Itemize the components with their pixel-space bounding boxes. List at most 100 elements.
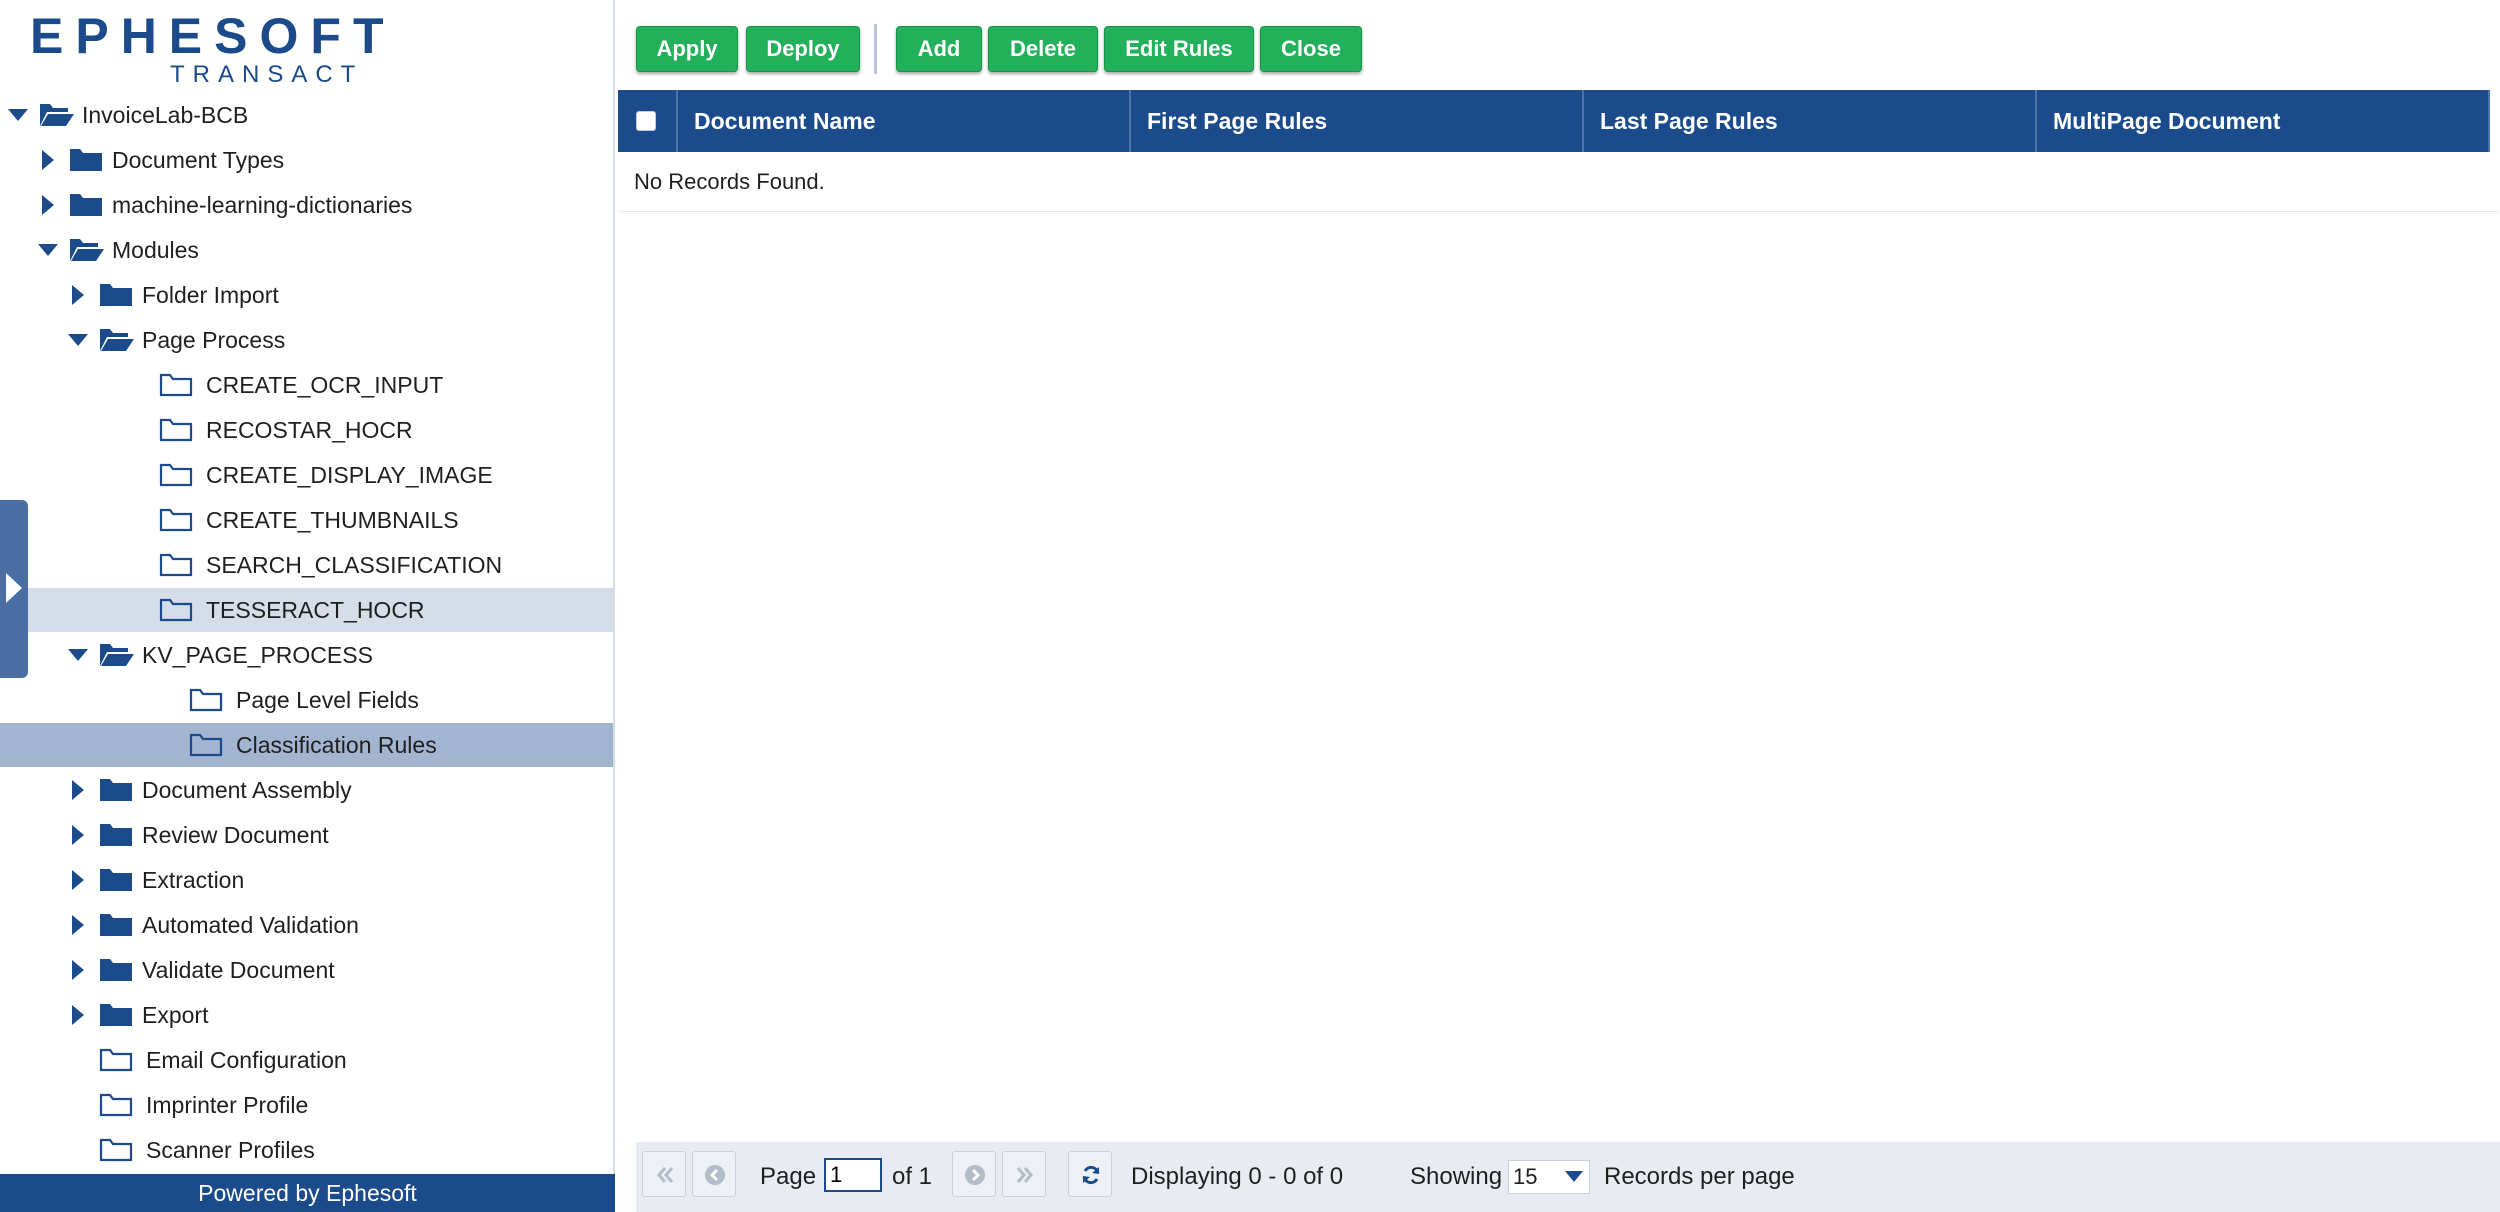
tree-node-invoicelab-bcb[interactable]: InvoiceLab-BCB [0, 93, 613, 137]
tree-node-create-display-image[interactable]: CREATE_DISPLAY_IMAGE [0, 453, 613, 497]
dropdown-arrow-icon [1565, 1171, 1583, 1182]
tree-node-page-level-fields[interactable]: Page Level Fields [0, 678, 613, 722]
delete-button[interactable]: Delete [988, 26, 1098, 72]
folder-outline-icon [159, 373, 193, 397]
showing-label: Showing [1410, 1163, 1503, 1190]
folder-outline-icon [159, 553, 193, 577]
ephesoft-logo: EPHESOFT TRANSACT [30, 6, 383, 88]
close-button[interactable]: Close [1260, 26, 1362, 72]
expanded-toggle-icon[interactable] [68, 645, 88, 665]
tree-node-machine-learning-dictionaries[interactable]: machine-learning-dictionaries [0, 183, 613, 227]
folder-icon [100, 914, 132, 936]
collapsed-toggle-icon[interactable] [68, 780, 88, 800]
tree-node-label: Scanner Profiles [146, 1137, 315, 1163]
classification-rules-grid: Document Name First Page Rules Last Page… [618, 90, 2498, 1140]
column-first-page-rules[interactable]: First Page Rules [1131, 90, 1584, 152]
tree-node-label: CREATE_DISPLAY_IMAGE [206, 462, 493, 488]
select-all-checkbox[interactable] [636, 111, 656, 131]
tree-node-scanner-profiles[interactable]: Scanner Profiles [0, 1128, 613, 1172]
tree-node-classification-rules[interactable]: Classification Rules [0, 723, 613, 767]
column-multipage-document[interactable]: MultiPage Document [2037, 90, 2490, 152]
tree-node-label: Email Configuration [146, 1047, 347, 1073]
apply-button[interactable]: Apply [636, 26, 738, 72]
tree-node-label: Document Assembly [142, 777, 352, 803]
tree-node-create-ocr-input[interactable]: CREATE_OCR_INPUT [0, 363, 613, 407]
deploy-button[interactable]: Deploy [746, 26, 860, 72]
collapsed-toggle-icon[interactable] [68, 1005, 88, 1025]
collapsed-toggle-icon[interactable] [68, 960, 88, 980]
tree-node-label: Modules [112, 237, 199, 263]
tree-node-label: Extraction [142, 867, 245, 893]
next-page-button[interactable] [952, 1151, 996, 1197]
expanded-toggle-icon[interactable] [8, 105, 28, 125]
grid-header: Document Name First Page Rules Last Page… [618, 90, 2490, 152]
folder-outline-icon [189, 733, 223, 757]
toolbar-separator [874, 24, 877, 74]
tree-node-label: Folder Import [142, 282, 279, 308]
displaying-summary: Displaying 0 - 0 of 0 [1131, 1163, 1344, 1190]
tree-node-export[interactable]: Export [0, 993, 613, 1037]
folder-outline-icon [99, 1138, 133, 1162]
tree-node-label: Review Document [142, 822, 329, 848]
collapsed-toggle-icon[interactable] [38, 150, 58, 170]
expanded-toggle-icon[interactable] [38, 240, 58, 260]
tree-node-page-process[interactable]: Page Process [0, 318, 613, 362]
tree-node-kv-page-process[interactable]: KV_PAGE_PROCESS [0, 633, 613, 677]
collapsed-toggle-icon[interactable] [38, 195, 58, 215]
collapsed-toggle-icon[interactable] [68, 915, 88, 935]
refresh-button[interactable] [1068, 1151, 1112, 1197]
tree-node-recostar-hocr[interactable]: RECOSTAR_HOCR [0, 408, 613, 452]
records-per-page-select[interactable]: 15 [1508, 1160, 1590, 1194]
folder-icon [100, 824, 132, 846]
page-number-input[interactable] [824, 1158, 882, 1192]
collapsed-toggle-icon[interactable] [68, 870, 88, 890]
first-page-icon [657, 1167, 674, 1183]
prev-page-button[interactable] [692, 1151, 736, 1197]
collapsed-toggle-icon[interactable] [68, 825, 88, 845]
records-per-page-value: 15 [1513, 1164, 1538, 1189]
folder-icon [100, 779, 132, 801]
folder-outline-icon [159, 463, 193, 487]
tree-node-imprinter-profile[interactable]: Imprinter Profile [0, 1083, 613, 1127]
tree-node-validate-document[interactable]: Validate Document [0, 948, 613, 992]
tree-node-label: CREATE_OCR_INPUT [206, 372, 444, 398]
tree-node-document-types[interactable]: Document Types [0, 138, 613, 182]
pagination-bar: Page of 1 Displaying 0 - 0 of 0 Showing … [636, 1142, 2500, 1212]
powered-by-footer: Powered by Ephesoft [0, 1174, 615, 1212]
tree-node-label: Automated Validation [142, 912, 359, 938]
tree-node-extraction[interactable]: Extraction [0, 858, 613, 902]
last-page-button[interactable] [1002, 1151, 1046, 1197]
folder-icon [100, 1004, 132, 1026]
empty-message: No Records Found. [618, 152, 2498, 212]
tree-node-tesseract-hocr[interactable]: TESSERACT_HOCR [0, 588, 613, 632]
column-document-name[interactable]: Document Name [678, 90, 1131, 152]
last-page-icon [1016, 1167, 1033, 1183]
tree-node-label: Export [142, 1002, 209, 1028]
tree-node-label: RECOSTAR_HOCR [206, 417, 413, 443]
tree-node-document-assembly[interactable]: Document Assembly [0, 768, 613, 812]
expand-panel-handle[interactable] [0, 500, 28, 678]
collapsed-toggle-icon[interactable] [68, 285, 88, 305]
tree-node-review-document[interactable]: Review Document [0, 813, 613, 857]
add-button[interactable]: Add [896, 26, 982, 72]
edit-rules-button[interactable]: Edit Rules [1104, 26, 1254, 72]
expanded-toggle-icon[interactable] [68, 330, 88, 350]
tree-node-automated-validation[interactable]: Automated Validation [0, 903, 613, 947]
tree-node-label: TESSERACT_HOCR [206, 597, 425, 623]
logo-word: EPHESOFT [30, 8, 396, 64]
tree-node-modules[interactable]: Modules [0, 228, 613, 272]
first-page-button[interactable] [642, 1151, 686, 1197]
folder-icon [70, 194, 102, 216]
select-all-cell [618, 90, 678, 152]
records-per-page-label: Records per page [1604, 1163, 1795, 1190]
tree-node-create-thumbnails[interactable]: CREATE_THUMBNAILS [0, 498, 613, 542]
column-last-page-rules[interactable]: Last Page Rules [1584, 90, 2037, 152]
tree-node-label: Validate Document [142, 957, 335, 983]
tree-node-search-classification[interactable]: SEARCH_CLASSIFICATION [0, 543, 613, 587]
logo-subtitle: TRANSACT [170, 61, 364, 88]
prev-page-icon [705, 1165, 725, 1185]
tree-node-label: Document Types [112, 147, 285, 173]
folder-open-icon [40, 104, 74, 126]
tree-node-folder-import[interactable]: Folder Import [0, 273, 613, 317]
tree-node-email-configuration[interactable]: Email Configuration [0, 1038, 613, 1082]
